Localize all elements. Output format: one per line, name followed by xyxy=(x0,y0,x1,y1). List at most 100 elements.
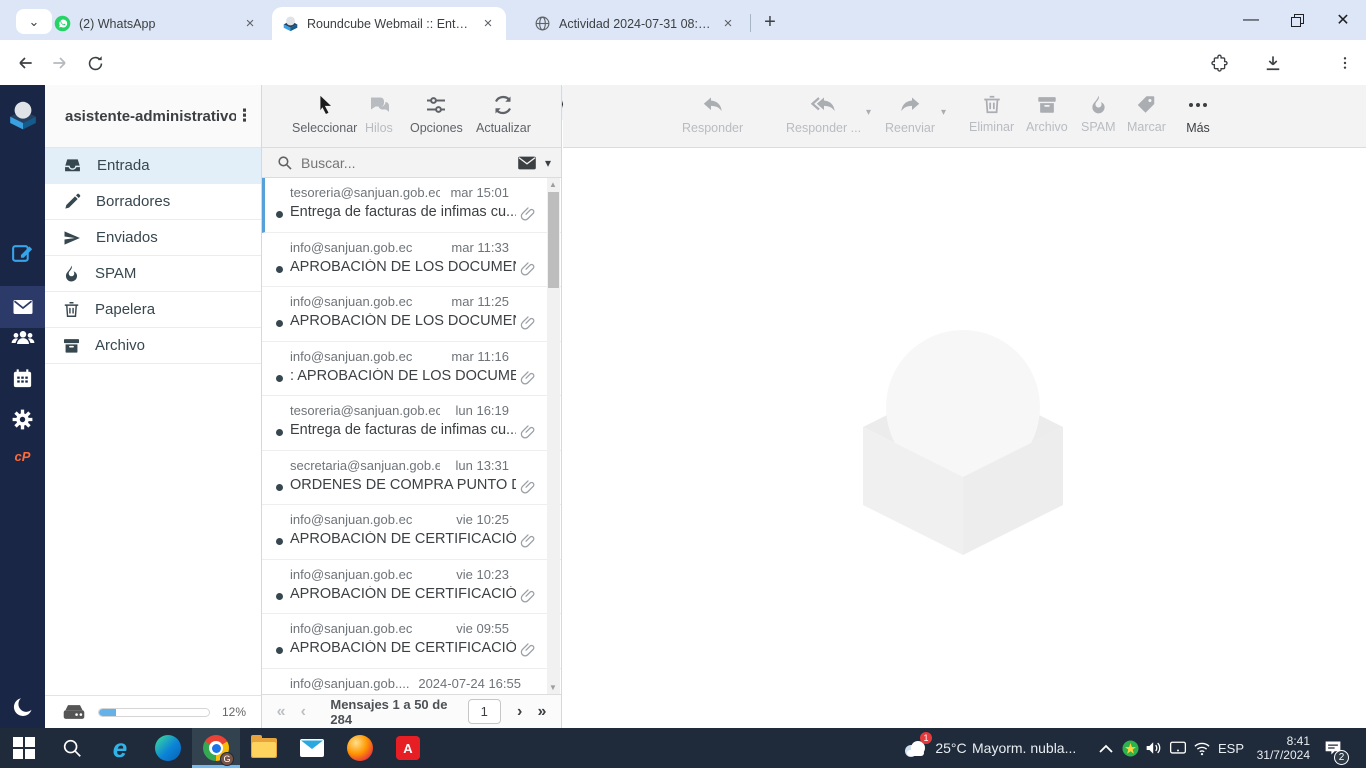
roundcube-watermark xyxy=(863,330,1063,555)
archive-icon xyxy=(63,339,80,353)
roundcube-logo xyxy=(0,93,45,137)
message-row[interactable]: info@sanjuan.gob.ec mar 11:33 APROBACIÓN… xyxy=(262,232,561,287)
reply-button[interactable]: Responder xyxy=(682,93,743,135)
language-indicator[interactable]: ESP xyxy=(1214,728,1248,768)
pencil-icon xyxy=(65,193,81,209)
weather-temp[interactable]: 25°C xyxy=(930,728,972,768)
reply-all-button[interactable]: Responder ... xyxy=(786,93,861,135)
folder-entrada[interactable]: Entrada xyxy=(45,148,261,184)
edge-icon xyxy=(155,735,181,761)
close-window-button[interactable]: ✕ xyxy=(1320,0,1366,40)
message-row[interactable]: tesoreria@sanjuan.gob.ec mar 15:01 Entre… xyxy=(262,178,561,233)
tab-roundcube[interactable]: Roundcube Webmail :: Entrada × xyxy=(272,7,506,40)
close-icon[interactable]: × xyxy=(720,15,736,32)
message-row[interactable]: info@sanjuan.gob.... 2024-07-24 16:55 xyxy=(262,668,561,694)
threads-button[interactable]: Hilos xyxy=(365,93,393,135)
folder-papelera[interactable]: Papelera xyxy=(45,292,261,328)
folder-enviados[interactable]: Enviados xyxy=(45,220,261,256)
folder-menu-button[interactable]: ⋮ xyxy=(236,106,253,126)
prev-page-button[interactable]: ‹ xyxy=(292,703,314,721)
puzzle-icon xyxy=(1210,54,1228,72)
taskbar-explorer-button[interactable] xyxy=(240,728,288,768)
tray-wifi-icon[interactable] xyxy=(1190,728,1214,768)
refresh-button[interactable]: Actualizar xyxy=(476,93,531,135)
first-page-button[interactable]: « xyxy=(270,703,292,721)
message-row[interactable]: info@sanjuan.gob.ec mar 11:25 APROBACIÓN… xyxy=(262,287,561,342)
button-label: Responder ... xyxy=(786,121,862,135)
browser-menu-button[interactable] xyxy=(1332,50,1358,76)
search-scope-mail-icon[interactable] xyxy=(517,155,537,171)
new-tab-button[interactable]: + xyxy=(756,8,784,36)
taskbar-acrobat-button[interactable]: A xyxy=(384,728,432,768)
last-page-button[interactable]: » xyxy=(531,703,553,721)
taskbar-mail-button[interactable] xyxy=(288,728,336,768)
delete-button[interactable]: Eliminar xyxy=(969,93,1014,134)
cpanel-link[interactable]: cP xyxy=(0,435,45,477)
page-number-input[interactable]: 1 xyxy=(467,699,501,724)
extensions-button[interactable] xyxy=(1206,50,1232,76)
select-button[interactable]: Seleccionar xyxy=(292,93,357,135)
restore-button[interactable] xyxy=(1274,0,1320,40)
chevron-down-icon: ⌄ xyxy=(28,13,40,29)
close-icon[interactable]: × xyxy=(242,15,258,32)
message-row[interactable]: info@sanjuan.gob.ec vie 10:25 APROBACIÓN… xyxy=(262,505,561,560)
message-row[interactable]: secretaria@sanjuan.gob.ec lun 13:31 ORDE… xyxy=(262,450,561,505)
contacts-button[interactable] xyxy=(0,316,45,358)
taskbar-edge-button[interactable] xyxy=(144,728,192,768)
settings-button[interactable] xyxy=(0,398,45,440)
forward-button[interactable] xyxy=(47,50,73,76)
tray-display-icon[interactable] xyxy=(1166,728,1190,768)
app-sidebar-rail: cP ? xyxy=(0,85,45,761)
tray-volume-icon[interactable] xyxy=(1142,728,1166,768)
taskbar-search-button[interactable] xyxy=(48,728,96,768)
kebab-icon xyxy=(1343,57,1347,69)
reload-button[interactable] xyxy=(82,50,108,76)
reply-all-caret[interactable]: ▾ xyxy=(866,107,871,118)
tray-expand-button[interactable] xyxy=(1094,728,1118,768)
reading-pane: Responder Responder ... ▾ Reenviar ▾ Eli… xyxy=(563,85,1366,728)
message-row[interactable]: info@sanjuan.gob.ec vie 09:55 APROBACIÓN… xyxy=(262,614,561,669)
folder-borradores[interactable]: Borradores xyxy=(45,184,261,220)
taskbar-ie-button[interactable]: e xyxy=(96,728,144,768)
minimize-button[interactable]: — xyxy=(1228,0,1274,40)
scroll-down-icon[interactable]: ▼ xyxy=(549,683,557,692)
back-button[interactable] xyxy=(12,50,38,76)
message-sender: info@sanjuan.gob.... xyxy=(290,675,410,691)
weather-widget[interactable]: 1 xyxy=(898,728,932,768)
archive-button[interactable]: Archivo xyxy=(1026,93,1068,134)
notification-badge: 2 xyxy=(1334,750,1349,765)
next-page-button[interactable]: › xyxy=(509,703,531,721)
search-bar[interactable]: Buscar... ▾ xyxy=(262,148,561,178)
folder-spam[interactable]: SPAM xyxy=(45,256,261,292)
tray-antivirus-icon[interactable] xyxy=(1118,728,1142,768)
compose-button[interactable] xyxy=(0,232,45,274)
options-button[interactable]: Opciones xyxy=(410,93,463,135)
notification-center-button[interactable]: 2 xyxy=(1315,728,1351,768)
spam-button[interactable]: SPAM xyxy=(1081,93,1116,134)
dark-mode-button[interactable] xyxy=(0,686,45,728)
tab-whatsapp[interactable]: (2) WhatsApp × xyxy=(44,7,268,40)
tab-actividad[interactable]: Actividad 2024-07-31 08:00:00 × xyxy=(524,7,746,40)
search-options-chevron[interactable]: ▾ xyxy=(545,156,551,170)
search-input[interactable]: Buscar... xyxy=(301,155,509,171)
scrollbar-thumb[interactable] xyxy=(548,192,559,288)
forward-button[interactable]: Reenviar xyxy=(885,93,935,135)
forward-caret[interactable]: ▾ xyxy=(941,107,946,118)
message-row[interactable]: info@sanjuan.gob.ec vie 10:23 APROBACIÓN… xyxy=(262,559,561,614)
message-row[interactable]: tesoreria@sanjuan.gob.ec lun 16:19 Entre… xyxy=(262,396,561,451)
taskbar-clock[interactable]: 8:41 31/7/2024 xyxy=(1248,728,1310,768)
close-icon[interactable]: × xyxy=(480,15,496,32)
scroll-up-icon[interactable]: ▲ xyxy=(549,180,557,189)
button-label: Marcar xyxy=(1127,120,1166,134)
more-button[interactable]: Más xyxy=(1186,93,1210,135)
message-row[interactable]: info@sanjuan.gob.ec mar 11:16 : APROBACI… xyxy=(262,341,561,396)
weather-desc[interactable]: Mayorm. nubla... xyxy=(972,728,1094,768)
start-button[interactable] xyxy=(0,728,48,768)
folder-archivo[interactable]: Archivo xyxy=(45,328,261,364)
downloads-button[interactable] xyxy=(1260,50,1286,76)
taskbar-firefox-button[interactable] xyxy=(336,728,384,768)
taskbar-chrome-button[interactable]: G xyxy=(192,728,240,768)
list-scrollbar[interactable]: ▲ ▼ xyxy=(547,178,560,694)
mark-button[interactable]: Marcar xyxy=(1127,93,1166,134)
calendar-button[interactable] xyxy=(0,357,45,399)
